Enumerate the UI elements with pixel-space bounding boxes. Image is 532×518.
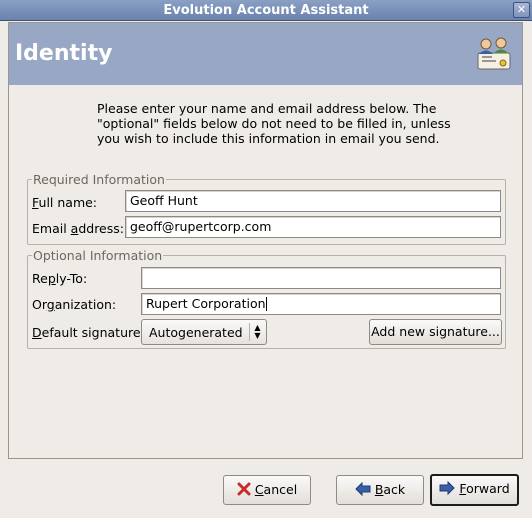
required-info-title: Required Information — [32, 172, 166, 187]
page-header: Identity — [9, 23, 522, 85]
full-name-field[interactable]: Geoff Hunt — [125, 190, 501, 212]
default-signature-select[interactable]: Autogenerated ▲ ▼ — [141, 319, 267, 345]
window-titlebar[interactable]: Evolution Account Assistant ✕ — [0, 0, 532, 21]
reply-to-field[interactable] — [141, 267, 501, 289]
back-button[interactable]: Back — [336, 475, 424, 505]
organization-label: Organization: — [32, 297, 117, 312]
required-info-group: Required Information Full name: Geoff Hu… — [27, 172, 506, 245]
organization-field[interactable]: Rupert Corporation — [141, 293, 501, 315]
back-arrow-icon — [355, 478, 371, 506]
default-signature-label: Default signature: — [32, 325, 145, 340]
add-new-signature-button[interactable]: Add new signature... — [369, 319, 502, 345]
page-content: Please enter your name and email address… — [9, 85, 522, 458]
assistant-frame: Identity Please enter your name and emai… — [8, 22, 523, 459]
cancel-icon — [237, 478, 251, 506]
reply-to-label: Reply-To: — [32, 271, 88, 286]
window-title: Evolution Account Assistant — [163, 3, 369, 18]
optional-info-group: Optional Information Reply-To: Organizat… — [27, 248, 506, 349]
close-window-button[interactable]: ✕ — [513, 2, 530, 18]
cancel-button[interactable]: Cancel — [223, 475, 311, 505]
full-name-label: Full name: — [32, 195, 98, 210]
page-title: Identity — [15, 41, 113, 66]
forward-arrow-icon — [439, 478, 456, 504]
email-address-field[interactable]: geoff@rupertcorp.com — [125, 216, 501, 238]
forward-button[interactable]: Forward — [430, 474, 519, 506]
intro-text: Please enter your name and email address… — [97, 101, 451, 146]
email-address-label: Email address: — [32, 221, 124, 236]
close-icon: ✕ — [516, 3, 527, 16]
evolution-assistant-icon — [474, 35, 514, 73]
text-cursor — [265, 297, 267, 311]
optional-info-title: Optional Information — [32, 248, 164, 263]
spin-arrows-icon: ▲ ▼ — [249, 323, 263, 341]
